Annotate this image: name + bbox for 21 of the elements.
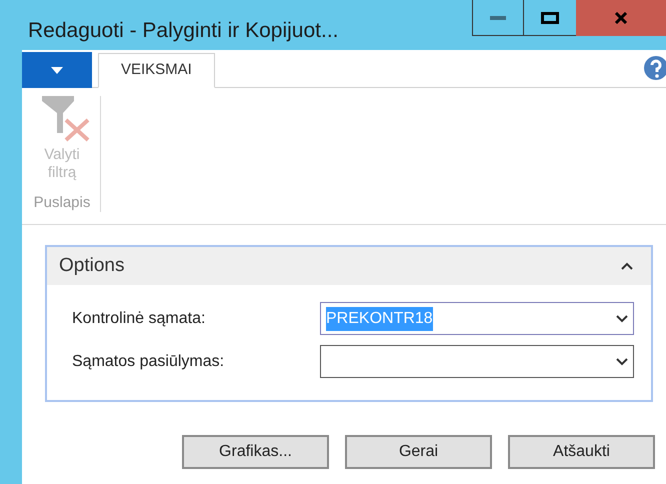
help-icon[interactable] <box>644 56 666 80</box>
dropdown-icon[interactable] <box>616 358 628 366</box>
maximize-icon <box>541 12 559 24</box>
group-label: Puslapis <box>34 193 90 213</box>
close-icon <box>614 12 628 24</box>
tab[interactable]: VEIKSMAI <box>98 53 215 88</box>
close-button[interactable] <box>576 0 666 36</box>
dropdown-icon[interactable] <box>616 314 628 322</box>
section-header[interactable]: Options <box>47 247 651 285</box>
collapse-icon[interactable] <box>621 262 633 270</box>
minimize-icon <box>490 16 506 20</box>
dialog-button[interactable]: Atšaukti <box>508 435 655 469</box>
dialog-button[interactable]: Gerai <box>345 435 492 469</box>
minimize-button[interactable] <box>472 0 524 36</box>
dropdown-field[interactable] <box>320 345 634 378</box>
window-title: Redaguoti - Palyginti ir Kopijuot... <box>27 18 340 44</box>
field-label: Kontrolinė sąmata: <box>71 308 206 328</box>
field-label: Sąmatos pasiūlymas: <box>71 352 226 372</box>
dialog-button[interactable]: Grafikas... <box>182 435 329 469</box>
caret-icon <box>51 66 63 74</box>
section-title: Options <box>59 254 124 278</box>
